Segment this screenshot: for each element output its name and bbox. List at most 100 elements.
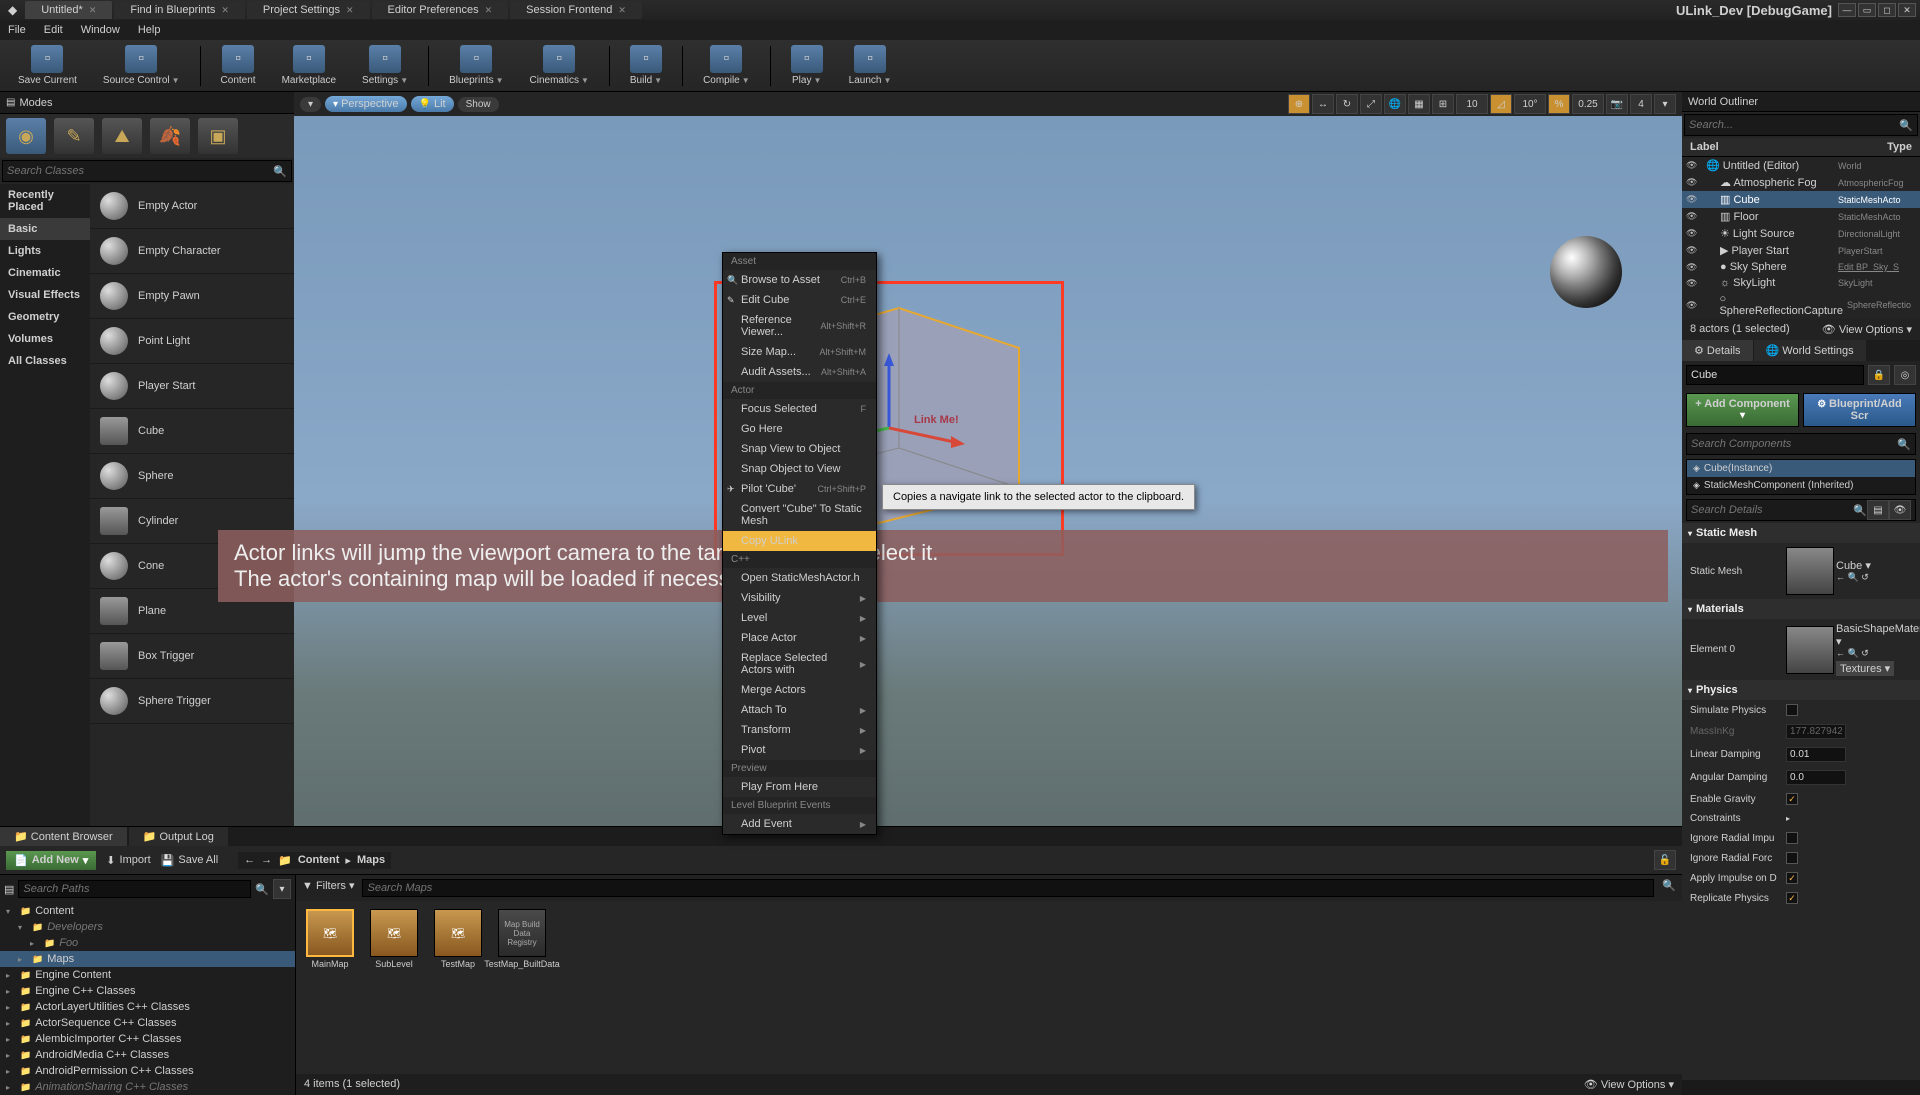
menu-window[interactable]: Window xyxy=(81,24,120,36)
search-components-input[interactable] xyxy=(1691,438,1897,450)
lit-button[interactable]: 💡 Lit xyxy=(411,96,454,112)
bottom-tab[interactable]: 📁 Output Log xyxy=(129,827,228,846)
filters-button[interactable]: ▼ Filters ▾ xyxy=(302,879,354,897)
section-header[interactable]: Physics xyxy=(1682,680,1920,700)
actor-name-input[interactable] xyxy=(1686,365,1864,385)
asset-item[interactable]: 🗺SubLevel xyxy=(368,909,420,969)
filter-icon[interactable]: ▾ xyxy=(273,879,291,899)
window-tab[interactable]: Editor Preferences✕ xyxy=(372,1,509,19)
category-geometry[interactable]: Geometry xyxy=(0,306,90,328)
scale-snap-value[interactable]: 0.25 xyxy=(1572,94,1604,114)
outliner-row[interactable]: 👁○ SphereReflectionCaptureSphereReflecti… xyxy=(1682,291,1920,319)
menu-item[interactable]: ✈Pilot 'Cube'Ctrl+Shift+P xyxy=(723,479,876,499)
outliner-row[interactable]: 👁🌐 Untitled (Editor)World xyxy=(1682,157,1920,174)
menu-item[interactable]: ✎Edit CubeCtrl+E xyxy=(723,290,876,310)
category-all-classes[interactable]: All Classes xyxy=(0,350,90,372)
category-basic[interactable]: Basic xyxy=(0,218,90,240)
transform-select-icon[interactable]: ⊕ xyxy=(1288,94,1310,114)
search-classes-input[interactable] xyxy=(7,165,273,177)
details-tab[interactable]: ⚙ Details xyxy=(1682,340,1753,361)
outliner-row[interactable]: 👁☁ Atmospheric FogAtmosphericFog xyxy=(1682,174,1920,191)
search-icon[interactable]: 🔍 xyxy=(1899,119,1913,132)
menu-item[interactable]: Attach To▶ xyxy=(723,700,876,720)
outliner-row[interactable]: 👁☀ Light SourceDirectionalLight xyxy=(1682,225,1920,242)
menu-item[interactable]: Open StaticMeshActor.h xyxy=(723,568,876,588)
window-tab[interactable]: Untitled*✕ xyxy=(25,1,112,19)
menu-item[interactable]: Audit Assets...Alt+Shift+A xyxy=(723,362,876,382)
search-details-input[interactable] xyxy=(1691,504,1853,516)
toolbar-settings[interactable]: ▫Settings▼ xyxy=(352,43,418,88)
tree-item[interactable]: ▾📁Content xyxy=(0,903,295,919)
add-new-button[interactable]: 📄 Add New ▾ xyxy=(6,851,96,870)
outliner-row[interactable]: 👁▥ FloorStaticMeshActo xyxy=(1682,208,1920,225)
place-item[interactable]: Empty Pawn xyxy=(90,274,294,319)
outliner-row[interactable]: 👁☼ SkyLightSkyLight xyxy=(1682,275,1920,291)
col-type[interactable]: Type xyxy=(1887,141,1912,153)
place-item[interactable]: Cube xyxy=(90,409,294,454)
tree-item[interactable]: ▸📁AlembicImporter C++ Classes xyxy=(0,1031,295,1047)
menu-item[interactable]: Place Actor▶ xyxy=(723,628,876,648)
transform-rotate-icon[interactable]: ↻ xyxy=(1336,94,1358,114)
viewport-menu-button[interactable]: ▾ xyxy=(300,97,321,112)
toolbar-play[interactable]: ▫Play▼ xyxy=(781,43,833,88)
toolbar-content[interactable]: ▫Content xyxy=(211,43,266,88)
maximize-button[interactable]: ◻ xyxy=(1878,3,1896,17)
tree-item[interactable]: ▸📁AndroidPermission C++ Classes xyxy=(0,1063,295,1079)
search-icon[interactable]: 🔍 xyxy=(1897,438,1911,451)
menu-item[interactable]: Transform▶ xyxy=(723,720,876,740)
place-item[interactable]: Point Light xyxy=(90,319,294,364)
crumb-content[interactable]: Content xyxy=(298,854,340,866)
mode-landscape-icon[interactable]: ⛰ xyxy=(102,118,142,154)
section-header[interactable]: Static Mesh xyxy=(1682,523,1920,543)
place-item[interactable]: Empty Character xyxy=(90,229,294,274)
transform-scale-icon[interactable]: ⤢ xyxy=(1360,94,1382,114)
tree-item[interactable]: ▸📁AndroidMedia C++ Classes xyxy=(0,1047,295,1063)
menu-file[interactable]: File xyxy=(8,24,26,36)
outliner-row[interactable]: 👁▶ Player StartPlayerStart xyxy=(1682,242,1920,259)
place-item[interactable]: Player Start xyxy=(90,364,294,409)
viewport-max-icon[interactable]: ▾ xyxy=(1654,94,1676,114)
menu-item[interactable]: 🔍Browse to AssetCtrl+B xyxy=(723,270,876,290)
toolbar-save-current[interactable]: ▫Save Current xyxy=(8,43,87,88)
window-tab[interactable]: Project Settings✕ xyxy=(247,1,370,19)
toolbar-blueprints[interactable]: ▫Blueprints▼ xyxy=(439,43,513,88)
perspective-button[interactable]: ▾ Perspective xyxy=(325,96,407,112)
close-button[interactable]: ✕ xyxy=(1898,3,1916,17)
search-icon[interactable]: 🔍 xyxy=(273,165,287,178)
menu-item[interactable]: Merge Actors xyxy=(723,680,876,700)
restore-button[interactable]: ▭ xyxy=(1858,3,1876,17)
import-button[interactable]: ⬇ Import xyxy=(106,854,150,867)
crumb-maps[interactable]: Maps xyxy=(357,854,385,866)
tree-item[interactable]: ▸📁Maps xyxy=(0,951,295,967)
asset-item[interactable]: 🗺TestMap xyxy=(432,909,484,969)
tree-item[interactable]: ▸📁ActorSequence C++ Classes xyxy=(0,1015,295,1031)
tree-item[interactable]: ▸📁Engine Content xyxy=(0,967,295,983)
menu-item[interactable]: Visibility▶ xyxy=(723,588,876,608)
toolbar-compile[interactable]: ▫Compile▼ xyxy=(693,43,760,88)
save-all-button[interactable]: 💾 Save All xyxy=(161,854,218,867)
place-item[interactable]: Sphere Trigger xyxy=(90,679,294,724)
angle-snap-value[interactable]: 10° xyxy=(1514,94,1546,114)
crumb-back[interactable]: ← xyxy=(244,854,255,866)
mode-place-icon[interactable]: ◉ xyxy=(6,118,46,154)
toolbar-build[interactable]: ▫Build▼ xyxy=(620,43,672,88)
mode-foliage-icon[interactable]: 🍂 xyxy=(150,118,190,154)
menu-item[interactable]: Convert "Cube" To Static Mesh xyxy=(723,499,876,531)
mode-geometry-icon[interactable]: ▣ xyxy=(198,118,238,154)
reflection-sphere[interactable] xyxy=(1550,236,1622,308)
component-row[interactable]: ◈ Cube(Instance) xyxy=(1687,460,1915,477)
menu-item[interactable]: Go Here xyxy=(723,419,876,439)
property-matrix-icon[interactable]: ▤ xyxy=(1867,500,1889,520)
menu-help[interactable]: Help xyxy=(138,24,161,36)
lock-icon[interactable]: 🔓 xyxy=(1654,850,1676,870)
place-item[interactable]: Box Trigger xyxy=(90,634,294,679)
toolbar-cinematics[interactable]: ▫Cinematics▼ xyxy=(520,43,599,88)
window-tab[interactable]: Session Frontend✕ xyxy=(510,1,642,19)
section-header[interactable]: Materials xyxy=(1682,599,1920,619)
details-tab[interactable]: 🌐 World Settings xyxy=(1754,340,1866,361)
menu-item[interactable]: Replace Selected Actors with▶ xyxy=(723,648,876,680)
menu-item[interactable]: Snap View to Object xyxy=(723,439,876,459)
toolbar-marketplace[interactable]: ▫Marketplace xyxy=(272,43,346,88)
tree-item[interactable]: ▾📁Developers xyxy=(0,919,295,935)
place-item[interactable]: Sphere xyxy=(90,454,294,499)
